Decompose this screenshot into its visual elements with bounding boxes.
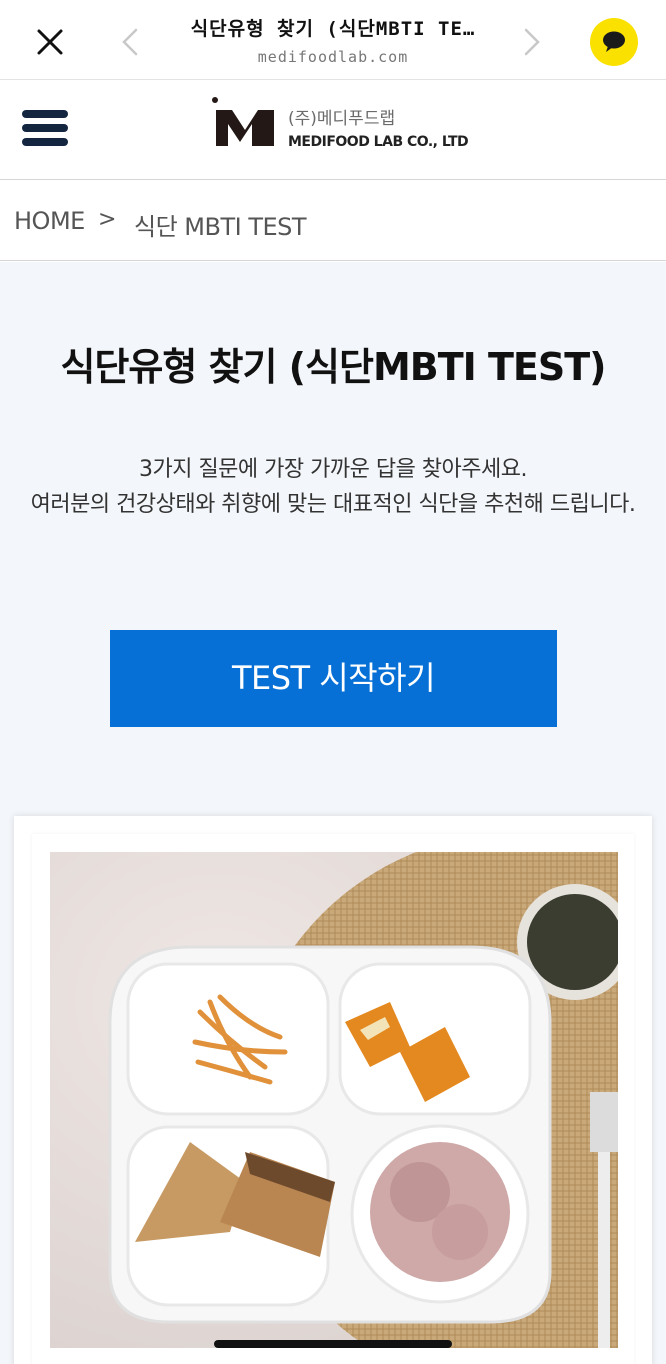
kakao-talk-icon[interactable] [590,18,638,66]
close-icon[interactable] [30,22,70,62]
home-indicator[interactable] [214,1340,452,1348]
description-line-1: 3가지 질문에 가장 가까운 답을 찾아주세요. [138,457,528,482]
chevron-left-icon[interactable] [116,22,146,62]
description-line-2: 여러분의 건강상태와 취향에 맞는 대표적인 식단을 추천해 드립니다. [30,492,636,517]
breadcrumb-separator: > [98,207,117,232]
breadcrumb-current: 식단 MBTI TEST [134,213,307,241]
logo-english-name: MEDIFOOD LAB CO., LTD [288,134,469,150]
logo-korean-name: (주)메디푸드랩 [288,109,396,129]
breadcrumb: HOME > 식단 MBTI TEST [0,181,666,261]
breadcrumb-home[interactable]: HOME [14,207,85,235]
browser-top-bar: 식단유형 찾기 (식단MBTI TE… medifoodlab.com [0,0,666,80]
site-header: (주)메디푸드랩 MEDIFOOD LAB CO., LTD [0,80,666,180]
logo-mark-icon [212,97,274,146]
chevron-right-icon[interactable] [516,22,546,62]
company-logo[interactable]: (주)메디푸드랩 MEDIFOOD LAB CO., LTD [210,94,480,166]
page-title: 식단유형 찾기 (식단MBTI TEST) [60,345,606,389]
meal-image-card [14,816,652,1364]
test-start-button[interactable]: TEST 시작하기 [110,630,557,727]
main-content: 식단유형 찾기 (식단MBTI TEST) 3가지 질문에 가장 가까운 답을 … [0,262,666,1364]
hamburger-menu-icon[interactable] [22,110,68,150]
meal-image-frame [32,834,634,1364]
meal-tray-image [50,852,618,1348]
page-title-bar: 식단유형 찾기 (식단MBTI TE… [190,18,476,40]
url-host[interactable]: medifoodlab.com [160,48,506,66]
page-description: 3가지 질문에 가장 가까운 답을 찾아주세요. 여러분의 건강상태와 취향에 … [30,452,636,522]
